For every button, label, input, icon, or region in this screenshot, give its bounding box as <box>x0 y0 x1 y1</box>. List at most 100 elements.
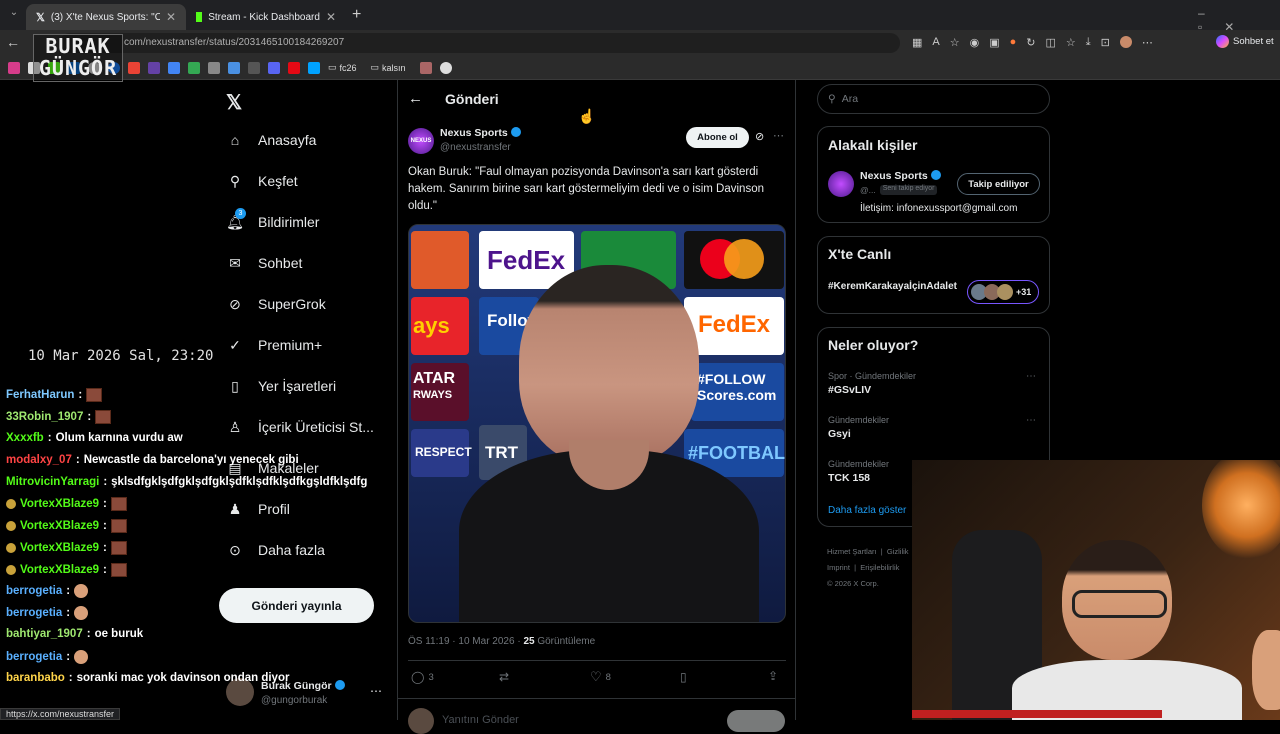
docs-bookmark-icon[interactable] <box>168 61 180 74</box>
download-icon[interactable]: ⤓ <box>1086 36 1091 49</box>
extension-icon[interactable]: ◉ <box>970 36 980 49</box>
back-arrow-icon[interactable]: ← <box>408 90 423 107</box>
chat-username[interactable]: berrogetia <box>6 607 62 619</box>
chat-username[interactable]: VortexXBlaze9 <box>20 498 99 510</box>
new-tab-icon[interactable]: + <box>352 6 361 24</box>
author-name[interactable]: Nexus Sports <box>440 127 521 139</box>
chat-username[interactable]: VortexXBlaze9 <box>20 564 99 576</box>
reading-view-icon[interactable]: ▦ <box>912 36 922 49</box>
post-time[interactable]: ÖS 11:19 · 10 Mar 2026 · <box>408 636 523 647</box>
trend-more-icon[interactable]: ⋯ <box>1026 415 1036 426</box>
follows-you-badge: Seni takip ediyor <box>879 185 938 195</box>
nav-supergrok[interactable]: ⊘ SuperGrok <box>226 295 326 313</box>
camera-icon[interactable]: ▣ <box>989 36 999 49</box>
tab-kick-dashboard[interactable]: Stream - Kick Dashboard ✕ <box>186 4 346 30</box>
nav-explore[interactable]: ⚲ Keşfet <box>226 172 298 190</box>
live-topic[interactable]: #KeremKarakayaİçinAdalet <box>828 280 963 294</box>
author-avatar[interactable]: NEXUS <box>408 128 434 154</box>
nav-premium[interactable]: ✓ Premium+ <box>226 336 322 354</box>
x-logo-icon[interactable]: 𝕏 <box>226 90 242 115</box>
chat-username[interactable]: Xxxxfb <box>6 432 44 444</box>
nav-profile[interactable]: ♟ Profil <box>226 500 290 518</box>
post-media-video[interactable]: FedEx ays Follow FedEx ATAR RWAYS #FOLLOW… <box>408 224 786 623</box>
bookmark-icon[interactable] <box>208 61 220 74</box>
reply-input[interactable]: Yanıtını Gönder <box>442 714 519 726</box>
chat-username[interactable]: FerhatHarun <box>6 389 74 401</box>
reply-button[interactable]: ◯ 3 <box>411 670 434 684</box>
subscribe-button[interactable]: Abone ol <box>686 127 749 148</box>
tab-x-post[interactable]: 𝕏 (3) X'te Nexus Sports: "Okan Buruk ✕ <box>26 4 186 30</box>
favorite-star-icon[interactable]: ☆ <box>950 36 960 49</box>
bookmark-icon[interactable] <box>228 61 240 74</box>
imprint-link[interactable]: Imprint <box>827 563 850 572</box>
nav-creator-studio[interactable]: ♙ İçerik Üreticisi St... <box>226 418 374 436</box>
post-more-icon[interactable]: ⋯ <box>773 129 784 142</box>
search-input[interactable]: ⚲ Ara <box>817 84 1050 114</box>
chat-username[interactable]: VortexXBlaze9 <box>20 542 99 554</box>
reply-submit-button[interactable] <box>727 710 785 732</box>
instagram-bookmark-icon[interactable] <box>8 61 20 74</box>
lamp-glow <box>1202 460 1280 560</box>
bookmark-icon[interactable] <box>248 61 260 74</box>
nav-home[interactable]: ⌂ Anasayfa <box>226 131 317 149</box>
bookmark-icon[interactable] <box>308 61 320 74</box>
refresh-extension-icon[interactable]: ↻ <box>1026 36 1035 49</box>
chat-username[interactable]: MitrovicinYarragi <box>6 476 99 488</box>
post-button[interactable]: Gönderi yayınla <box>219 588 374 623</box>
following-button[interactable]: Takip ediliyor <box>957 173 1040 195</box>
split-screen-icon[interactable]: ◫ <box>1046 36 1056 49</box>
extension-icon[interactable]: ● <box>1010 36 1017 49</box>
close-tab-icon[interactable]: ✕ <box>326 10 336 24</box>
terms-link[interactable]: Hizmet Şartları <box>827 547 877 556</box>
account-more-icon[interactable]: ⋯ <box>370 684 382 698</box>
read-aloud-icon[interactable]: A <box>932 36 939 49</box>
chat-username[interactable]: baranbabo <box>6 672 65 684</box>
chat-username[interactable]: 33Robin_1907 <box>6 411 83 423</box>
folder-bookmark-kalsin[interactable]: ▭ kalsın <box>371 62 406 73</box>
bookmark-icon[interactable] <box>439 61 452 74</box>
accessibility-link[interactable]: Erişilebilirlik <box>860 563 899 572</box>
chat-username[interactable]: bahtiyar_1907 <box>6 628 83 640</box>
profile-avatar-icon[interactable] <box>1119 36 1132 48</box>
show-more-link[interactable]: Daha fazla göster <box>828 505 906 516</box>
reply-count: 3 <box>428 671 434 683</box>
repost-icon[interactable]: ⇄ <box>499 670 509 684</box>
back-icon[interactable]: ← <box>6 34 20 50</box>
nav-bookmarks[interactable]: ▯ Yer İşaretleri <box>226 377 336 395</box>
share-icon[interactable]: ⇪ <box>768 669 778 683</box>
discord-bookmark-icon[interactable] <box>268 61 280 74</box>
bookmark-icon[interactable] <box>148 61 160 74</box>
folder-bookmark-fc26[interactable]: ▭ fc26 <box>328 62 357 73</box>
nav-notifications[interactable]: 🔔︎ 3 Bildirimler <box>226 208 319 231</box>
chat-username[interactable]: VortexXBlaze9 <box>20 520 99 532</box>
nav-more[interactable]: ⊙ Daha fazla <box>226 541 325 559</box>
bookmark-icon[interactable] <box>288 61 300 74</box>
live-hosts[interactable]: +31 <box>967 280 1039 304</box>
like-button[interactable]: ♡ 8 <box>590 669 611 685</box>
gmail-bookmark-icon[interactable] <box>128 61 140 74</box>
close-tab-icon[interactable]: ✕ <box>166 10 176 24</box>
grok-analyze-icon[interactable]: ⊘ <box>755 130 764 143</box>
bookmark-icon[interactable] <box>188 61 200 74</box>
url-field[interactable]: com/nexustransfer/status/203146510018426… <box>60 33 900 53</box>
nav-messages[interactable]: ✉ Sohbet <box>226 254 302 272</box>
collections-icon[interactable]: ☆ <box>1066 36 1076 49</box>
screenshot-icon[interactable]: ⊡ <box>1101 36 1110 49</box>
related-name[interactable]: Nexus Sports <box>860 170 941 182</box>
more-menu-icon[interactable]: ⋯ <box>1142 36 1153 49</box>
bookmark-icon[interactable] <box>419 61 432 74</box>
bookmark-post-icon[interactable]: ▯ <box>680 670 687 684</box>
related-avatar[interactable] <box>828 171 854 197</box>
copilot-chat-button[interactable]: Sohbet et <box>1216 35 1274 48</box>
chat-username[interactable]: berrogetia <box>6 651 62 663</box>
trend-item[interactable]: Spor · Gündemdekiler #GSvLIV <box>828 371 916 396</box>
trend-item[interactable]: Gündemdekiler TCK 158 <box>828 459 889 484</box>
privacy-link[interactable]: Gizlilik <box>887 547 909 556</box>
tab-list-icon[interactable]: ⌄ <box>6 7 22 23</box>
chat-username[interactable]: berrogetia <box>6 585 62 597</box>
chat-username[interactable]: modalxy_07 <box>6 454 72 466</box>
trend-more-icon[interactable]: ⋯ <box>1026 371 1036 382</box>
browser-toolbar-icons[interactable]: ▦ A ☆ ◉ ▣ ● ↻ ◫ ☆ ⤓ ⊡ ⋯ <box>912 36 1153 49</box>
chat-separator: : <box>47 432 52 444</box>
trend-item[interactable]: Gündemdekiler Gsyi <box>828 415 889 440</box>
